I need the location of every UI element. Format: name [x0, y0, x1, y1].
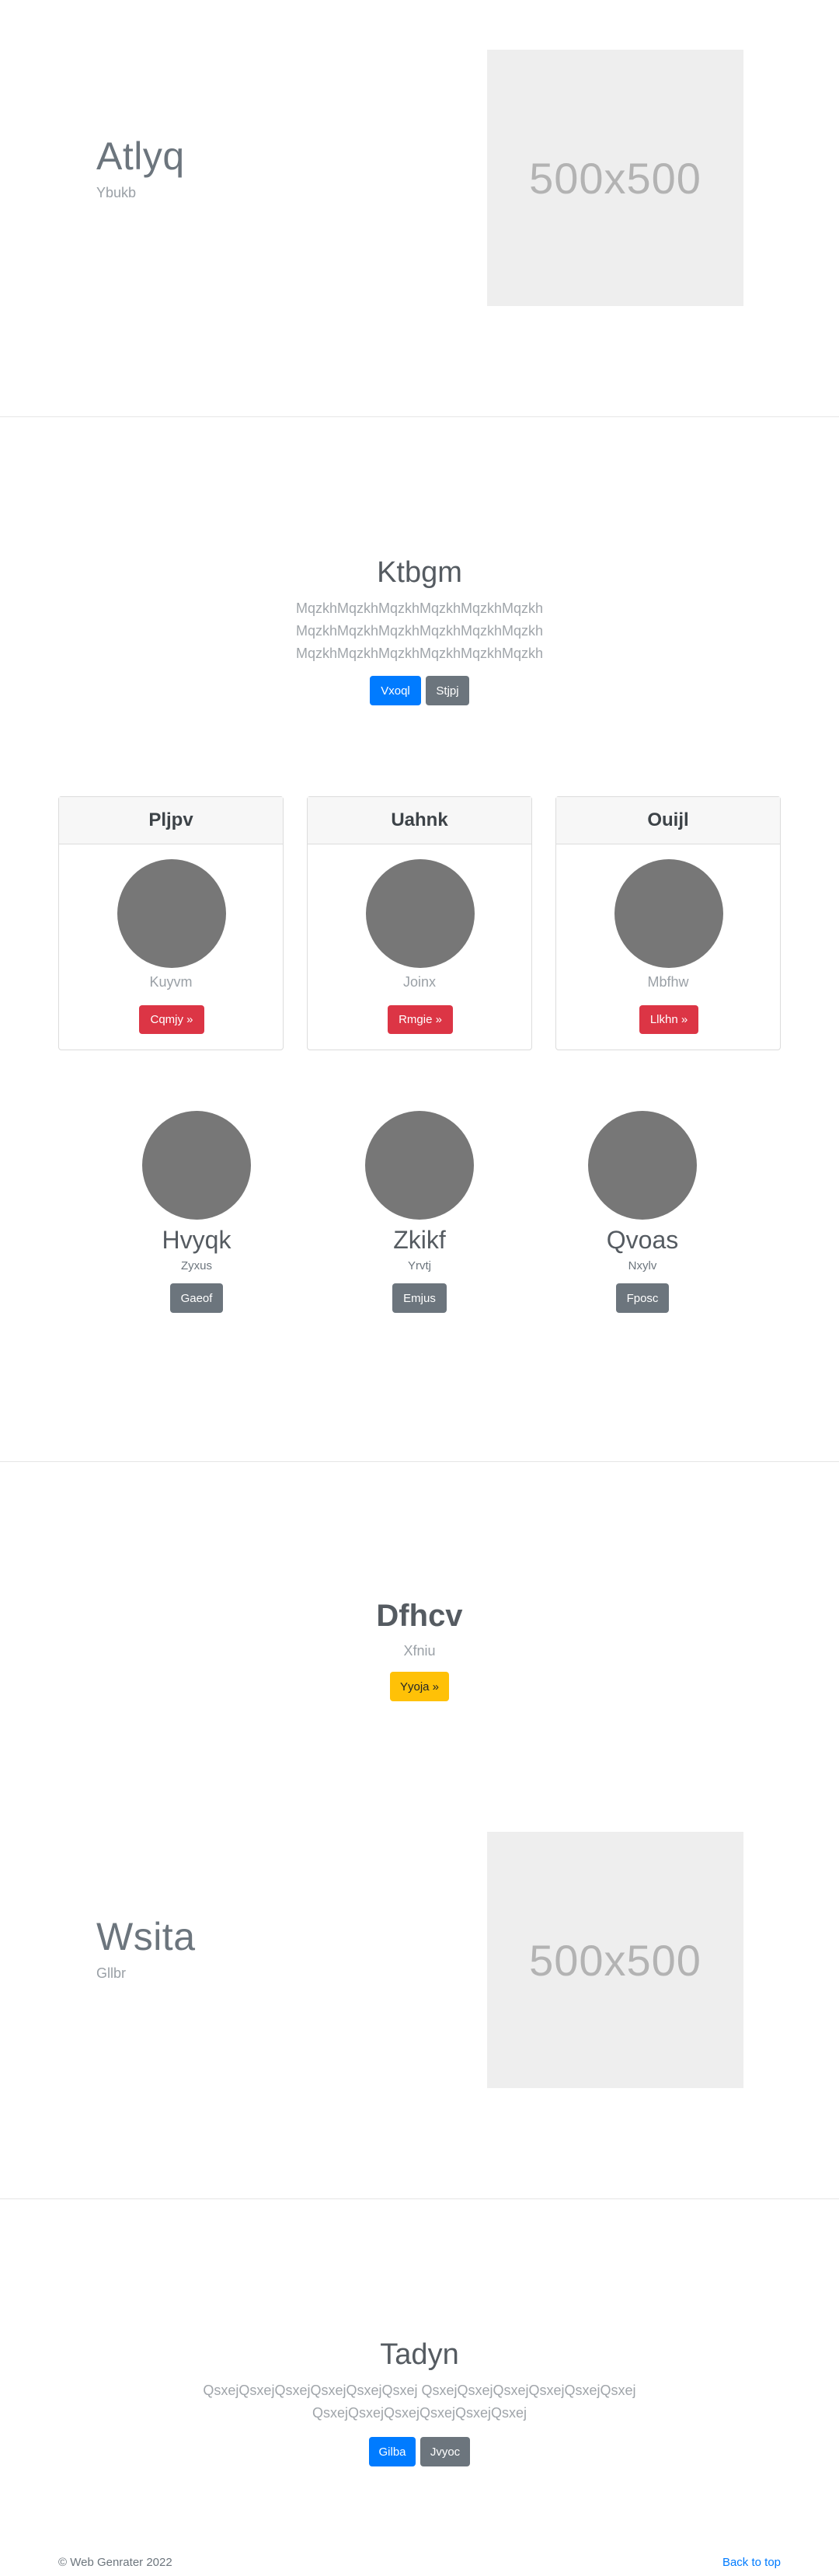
- section-divider: [0, 2198, 839, 2199]
- member-avatar: [588, 1111, 697, 1220]
- hero-title: Ktbgm: [377, 556, 462, 589]
- card-header: Ouijl: [556, 797, 780, 844]
- cta-subtitle: Xfniu: [403, 1643, 436, 1659]
- card-image-circle: [117, 859, 226, 968]
- hero-text-line: QsxejQsxejQsxejQsxejQsxejQsxej QsxejQsxe…: [203, 2383, 636, 2398]
- hero-secondary-button[interactable]: Jvyoc: [420, 2437, 470, 2466]
- image-size-label: 500x500: [529, 1935, 701, 1985]
- team-member: Hvyqk Zyxus Gaeof: [119, 1111, 274, 1313]
- member-role: Yrvtj: [408, 1259, 431, 1272]
- feature-section-2: Wsita Gllbr 500x500: [0, 1782, 839, 2198]
- card-header: Pljpv: [59, 797, 283, 844]
- card-name: Kuyvm: [149, 974, 193, 990]
- back-to-top-link[interactable]: Back to top: [722, 2556, 781, 2569]
- feature-image: 500x500: [487, 50, 743, 306]
- card-button[interactable]: Llkhn »: [639, 1005, 698, 1034]
- hero-primary-button[interactable]: Gilba: [369, 2437, 416, 2466]
- feature-image: 500x500: [487, 1832, 743, 2088]
- feature-subtitle: Ybukb: [96, 185, 137, 200]
- member-name: Qvoas: [606, 1226, 679, 1254]
- cta-title: Dfhcv: [376, 1599, 463, 1633]
- hero-text-line: MqzkhMqzkhMqzkhMqzkhMqzkhMqzkh: [295, 646, 544, 661]
- card-image-circle: [366, 859, 475, 968]
- member-button[interactable]: Emjus: [392, 1283, 447, 1313]
- member-name: Hvyqk: [162, 1226, 232, 1254]
- member-avatar: [365, 1111, 474, 1220]
- member-name: Zkikf: [393, 1226, 446, 1254]
- member-role: Nxylv: [628, 1259, 657, 1272]
- card-button[interactable]: Cqmjy »: [139, 1005, 204, 1034]
- member-button[interactable]: Gaeof: [169, 1283, 224, 1313]
- cta-section: Dfhcv Xfniu Yyoja »: [0, 1599, 839, 1701]
- section-divider: [0, 416, 839, 417]
- feature-section-1: Atlyq Ybukb 500x500: [0, 0, 839, 416]
- section-divider: [0, 1461, 839, 1462]
- hero-text-line: MqzkhMqzkhMqzkhMqzkhMqzkhMqzkh: [295, 600, 544, 616]
- card-image-circle: [614, 859, 723, 968]
- hero-text-line: QsxejQsxejQsxejQsxejQsxejQsxej: [312, 2405, 527, 2421]
- team-member: Qvoas Nxylv Fposc: [565, 1111, 720, 1313]
- hero-title: Tadyn: [380, 2338, 459, 2371]
- card-button[interactable]: Rmgie »: [388, 1005, 453, 1034]
- hero-secondary-button[interactable]: Stjpj: [426, 676, 469, 705]
- hero-primary-button[interactable]: Vxoql: [370, 676, 421, 705]
- pricing-card: Pljpv Kuyvm Cqmjy »: [58, 796, 284, 1050]
- hero-section-1: Ktbgm MqzkhMqzkhMqzkhMqzkhMqzkhMqzkh Mqz…: [0, 556, 839, 705]
- cta-button[interactable]: Yyoja »: [390, 1672, 449, 1701]
- hero-text-line: MqzkhMqzkhMqzkhMqzkhMqzkhMqzkh: [295, 623, 544, 639]
- hero-section-2: Tadyn QsxejQsxejQsxejQsxejQsxejQsxej Qsx…: [0, 2338, 839, 2466]
- pricing-card: Ouijl Mbfhw Llkhn »: [555, 796, 781, 1050]
- member-button[interactable]: Fposc: [615, 1283, 670, 1313]
- feature-title: Atlyq: [96, 134, 185, 178]
- feature-subtitle: Gllbr: [96, 1965, 127, 1981]
- card-header: Uahnk: [308, 797, 531, 844]
- team-member: Zkikf Yrvtj Emjus: [342, 1111, 497, 1313]
- member-role: Zyxus: [180, 1259, 212, 1272]
- card-name: Joinx: [402, 974, 437, 990]
- member-avatar: [142, 1111, 251, 1220]
- card-name: Mbfhw: [647, 974, 689, 990]
- pricing-card: Uahnk Joinx Rmgie »: [307, 796, 532, 1050]
- footer-copyright: © Web Genrater 2022: [58, 2556, 172, 2569]
- feature-title: Wsita: [96, 1915, 196, 1958]
- image-size-label: 500x500: [529, 153, 701, 203]
